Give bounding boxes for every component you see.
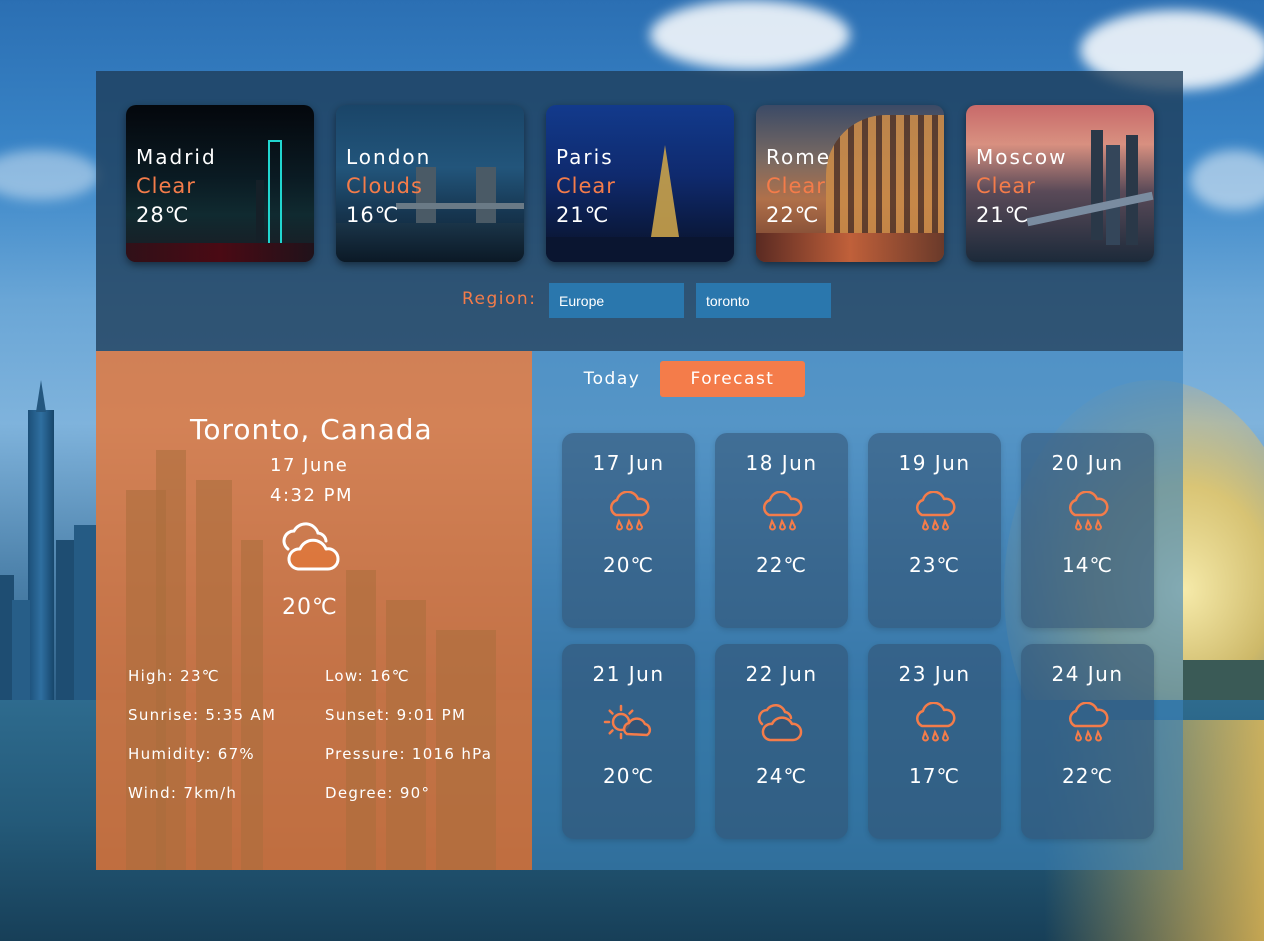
sunset: Sunset: 9:01 PM xyxy=(325,706,467,724)
skyscraper-decoration xyxy=(1126,135,1138,245)
forecast-day-card[interactable]: 21 Jun 20℃ xyxy=(562,644,695,839)
forecast-temp: 20℃ xyxy=(603,764,654,788)
forecast-temp: 22℃ xyxy=(1062,764,1113,788)
bridge-tower-decoration xyxy=(476,167,496,229)
forecast-date: 24 Jun xyxy=(1051,662,1124,686)
forecast-date: 18 Jun xyxy=(745,451,818,475)
forecast-day-card[interactable]: 24 Jun 22℃ xyxy=(1021,644,1154,839)
bg-cloud xyxy=(650,0,850,70)
city-temp: 22℃ xyxy=(766,203,820,227)
bg-cloud xyxy=(0,150,100,200)
forecast-day-card[interactable]: 20 Jun 14℃ xyxy=(1021,433,1154,628)
city-card-paris[interactable]: Paris Clear 21℃ xyxy=(546,105,734,262)
rain-icon xyxy=(912,701,958,750)
tab-today[interactable]: Today xyxy=(572,361,652,397)
current-date: 17 June xyxy=(270,455,349,476)
tab-forecast[interactable]: Forecast xyxy=(660,361,805,397)
eiffel-tower-decoration xyxy=(649,145,681,250)
forecast-date: 23 Jun xyxy=(898,662,971,686)
forecast-date: 19 Jun xyxy=(898,451,971,475)
city-condition: Clouds xyxy=(346,174,423,198)
forecast-temp: 22℃ xyxy=(756,553,807,577)
city-name: Paris xyxy=(556,145,614,169)
skyline-decoration xyxy=(241,540,263,870)
colosseum-decoration xyxy=(826,115,944,235)
bg-cloud xyxy=(1190,150,1264,210)
city-card-madrid[interactable]: Madrid Clear 28℃ xyxy=(126,105,314,262)
forecast-day-card[interactable]: 23 Jun 17℃ xyxy=(868,644,1001,839)
high-temp: High: 23℃ xyxy=(128,667,220,685)
forecast-temp: 24℃ xyxy=(756,764,807,788)
weather-app-panel: Madrid Clear 28℃ London Clouds 16℃ Paris… xyxy=(96,71,1183,870)
city-condition: Clear xyxy=(976,174,1036,198)
current-weather-panel: Toronto, Canada 17 June 4:32 PM 20℃ High… xyxy=(96,351,532,870)
bg-tower xyxy=(28,380,54,700)
rain-icon xyxy=(1065,701,1111,750)
forecast-day-card[interactable]: 19 Jun 23℃ xyxy=(868,433,1001,628)
region-label: Region: xyxy=(462,289,537,309)
city-search-input[interactable] xyxy=(696,283,831,318)
city-temp: 16℃ xyxy=(346,203,400,227)
rain-icon xyxy=(759,490,805,539)
current-time: 4:32 PM xyxy=(270,485,354,506)
city-name: London xyxy=(346,145,432,169)
skyscraper-decoration xyxy=(1106,145,1120,245)
clouds-icon xyxy=(278,519,348,583)
humidity: Humidity: 67% xyxy=(128,745,255,763)
city-name: Moscow xyxy=(976,145,1068,169)
city-card-london[interactable]: London Clouds 16℃ xyxy=(336,105,524,262)
low-temp: Low: 16℃ xyxy=(325,667,410,685)
road-lights-decoration xyxy=(756,233,944,262)
region-input[interactable] xyxy=(549,283,684,318)
forecast-date: 21 Jun xyxy=(592,662,665,686)
sunrise: Sunrise: 5:35 AM xyxy=(128,706,277,724)
forecast-date: 17 Jun xyxy=(592,451,665,475)
forecast-temp: 14℃ xyxy=(1062,553,1113,577)
skyscraper-decoration xyxy=(1091,130,1103,240)
city-lights-decoration xyxy=(546,237,734,262)
city-card-moscow[interactable]: Moscow Clear 21℃ xyxy=(966,105,1154,262)
forecast-temp: 17℃ xyxy=(909,764,960,788)
forecast-day-card[interactable]: 18 Jun 22℃ xyxy=(715,433,848,628)
rain-icon xyxy=(1065,490,1111,539)
street-decoration xyxy=(126,243,314,262)
wind: Wind: 7km/h xyxy=(128,784,238,802)
city-name: Madrid xyxy=(136,145,217,169)
bg-building xyxy=(74,525,96,700)
city-temp: 21℃ xyxy=(976,203,1030,227)
city-condition: Clear xyxy=(136,174,196,198)
skyline-decoration xyxy=(386,600,426,870)
forecast-panel: Today Forecast 17 Jun 20℃ 18 Jun 22℃ 19 Jun 2… xyxy=(532,351,1183,870)
skyline-decoration xyxy=(156,450,186,870)
location-title: Toronto, Canada xyxy=(190,413,433,446)
forecast-day-card[interactable]: 22 Jun 24℃ xyxy=(715,644,848,839)
city-card-rome[interactable]: Rome Clear 22℃ xyxy=(756,105,944,262)
city-condition: Clear xyxy=(766,174,826,198)
forecast-day-card[interactable]: 17 Jun 20℃ xyxy=(562,433,695,628)
forecast-temp: 20℃ xyxy=(603,553,654,577)
top-section: Madrid Clear 28℃ London Clouds 16℃ Paris… xyxy=(96,71,1183,351)
city-temp: 21℃ xyxy=(556,203,610,227)
tower-light-decoration xyxy=(268,140,282,250)
forecast-date: 20 Jun xyxy=(1051,451,1124,475)
partly-sunny-icon xyxy=(603,702,655,750)
city-temp: 28℃ xyxy=(136,203,190,227)
rain-icon xyxy=(912,490,958,539)
pressure: Pressure: 1016 hPa xyxy=(325,745,493,763)
city-name: Rome xyxy=(766,145,832,169)
wind-degree: Degree: 90° xyxy=(325,784,431,802)
city-condition: Clear xyxy=(556,174,616,198)
clouds-icon xyxy=(756,702,808,750)
current-temp: 20℃ xyxy=(282,595,338,620)
rain-icon xyxy=(606,490,652,539)
forecast-temp: 23℃ xyxy=(909,553,960,577)
bg-land xyxy=(1183,660,1264,700)
bg-building xyxy=(12,600,30,700)
forecast-date: 22 Jun xyxy=(745,662,818,686)
